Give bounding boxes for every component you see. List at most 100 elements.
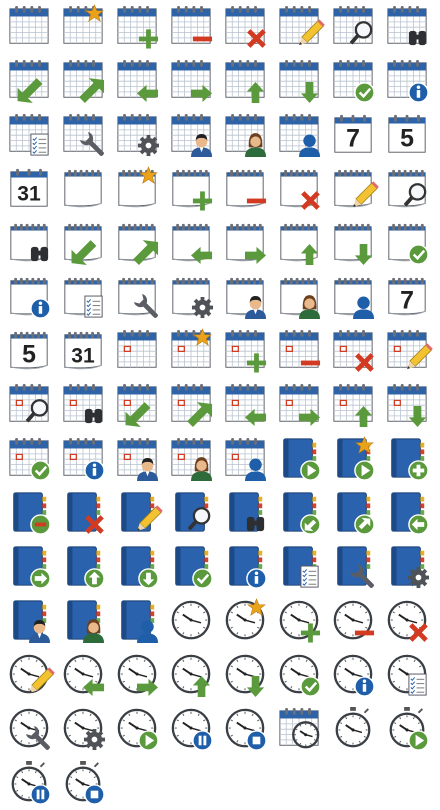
day-number-label: 31: [17, 182, 41, 205]
clock-checklist-icon-graphic: [387, 654, 427, 696]
cal-mark-arrow-right-icon: [270, 378, 324, 432]
cal-grid-icon-graphic: [9, 5, 49, 44]
cal-page-icon-graphic: [64, 169, 102, 208]
cal-page-wrench-icon: [108, 270, 162, 324]
cal-page-plus-icon-graphic: [172, 169, 213, 211]
clock-icon: [162, 594, 216, 648]
cal-mark-minus-icon-graphic: [279, 329, 321, 368]
cal-page-binoculars-icon: [0, 216, 54, 270]
clock-pause-icon-graphic: [171, 708, 213, 751]
cal-grid-arrow-down-left-icon: [0, 54, 54, 108]
book-binoculars-icon: [216, 486, 270, 540]
cal-grid-plus-icon: [108, 0, 162, 54]
clock-info-icon-graphic: [333, 654, 375, 697]
cal-mark-info-icon: [54, 432, 108, 486]
cal-day-5-icon: 5: [378, 108, 432, 162]
stopwatch-icon-graphic: [335, 707, 371, 748]
book-checklist-icon: [270, 540, 324, 594]
cal-grid-arrow-left-icon: [108, 54, 162, 108]
book-person-woman-icon-graphic: [67, 600, 105, 643]
book-arrow-down-round-icon-graphic: [121, 546, 159, 589]
clock-info-icon: [324, 648, 378, 702]
cal-page-checklist-icon: [54, 270, 108, 324]
clock-pause-icon: [162, 702, 216, 756]
clock-arrow-down-icon: [216, 648, 270, 702]
cal-page-person-man-icon-graphic: [226, 277, 267, 319]
cal-grid-magnifier-icon: [324, 0, 378, 54]
cal-grid-gear-icon-graphic: [117, 113, 159, 157]
cal-grid-plus-icon-graphic: [117, 5, 159, 49]
cal-mark-arrow-up-right-icon: [162, 378, 216, 432]
book-minus-round-icon-graphic: [13, 492, 51, 535]
clock-pencil-icon-graphic: [9, 654, 55, 694]
book-person-woman-icon: [54, 594, 108, 648]
day-number-label: 7: [346, 124, 360, 152]
cal-mark-icon: [108, 324, 162, 378]
book-person-silhouette-icon: [108, 594, 162, 648]
cal-page-x-icon-graphic: [280, 169, 320, 210]
cal-grid-person-silhouette-icon: [270, 108, 324, 162]
cal-page-x-icon: [270, 162, 324, 216]
book-pencil-icon: [108, 486, 163, 540]
book-arrow-up-right-round-icon: [324, 486, 378, 540]
cal-mark-person-silhouette-icon: [216, 432, 270, 486]
day-number-label: 5: [22, 340, 36, 368]
cal-page-magnifier-icon: [378, 162, 432, 216]
cal-grid-binoculars-icon: [378, 0, 432, 54]
cal-grid-checklist-icon: [0, 108, 54, 162]
cal-page-magnifier-icon-graphic: [388, 169, 427, 208]
stopwatch-play-icon: [378, 702, 432, 756]
book-pencil-icon-graphic: [121, 492, 163, 532]
cal-day-31-icon-graphic: 31: [10, 168, 48, 207]
cal-grid-person-man-icon: [162, 108, 216, 162]
cal-page-arrow-up-right-icon: [108, 216, 162, 270]
book-info-icon-graphic: [229, 546, 267, 589]
cal-day-31-icon: 31: [0, 162, 54, 216]
cal-page-star-icon: [108, 162, 162, 216]
clock-minus-icon: [324, 594, 378, 648]
cal-grid-person-woman-icon-graphic: [225, 113, 267, 157]
book-magnifier-icon: [162, 486, 216, 540]
clock-arrow-down-icon-graphic: [225, 654, 265, 697]
cal-page-arrow-up-icon-graphic: [280, 223, 319, 265]
cal-grid-person-silhouette-icon-graphic: [279, 113, 321, 157]
book-arrow-down-left-round-icon-graphic: [283, 492, 321, 535]
book-arrow-down-round-icon: [108, 540, 162, 594]
cal-page-person-man-icon: [216, 270, 270, 324]
cal-mark-arrow-left-icon: [216, 378, 270, 432]
book-plus-round-icon-graphic: [391, 438, 429, 481]
cal-page-day-31-icon-graphic: 31: [64, 331, 102, 370]
book-check-icon-graphic: [175, 546, 213, 589]
stopwatch-pause-icon: [0, 756, 54, 810]
clock-minus-icon-graphic: [333, 600, 375, 640]
cal-page-wrench-icon-graphic: [118, 277, 158, 318]
cal-page-arrow-down-left-icon-graphic: [64, 223, 102, 265]
cal-grid-star-icon: [54, 0, 108, 54]
cal-grid-arrow-left-icon-graphic: [117, 59, 159, 103]
cal-page-person-silhouette-icon-graphic: [334, 277, 375, 319]
stopwatch-icon: [324, 702, 378, 756]
cal-page-arrow-right-icon: [216, 216, 270, 270]
cal-grid-x-icon-graphic: [225, 5, 266, 48]
day-number-label: 31: [71, 344, 95, 367]
cal-page-star-icon-graphic: [118, 166, 158, 208]
cal-page-day-31-icon: 31: [54, 324, 108, 378]
book-gear-icon: [378, 540, 432, 594]
cal-grid-check-icon-graphic: [333, 59, 375, 103]
clock-gear-icon: [54, 702, 108, 756]
book-arrow-up-right-round-icon-graphic: [337, 492, 375, 535]
book-binoculars-icon-graphic: [229, 492, 265, 532]
cal-mark-arrow-up-icon-graphic: [333, 383, 373, 427]
cal-day-5-icon-graphic: 5: [388, 114, 426, 153]
cal-mark-arrow-left-icon-graphic: [225, 383, 267, 427]
cal-grid-icon: [0, 0, 54, 54]
cal-clock-icon-graphic: [279, 707, 320, 749]
cal-grid-x-icon: [216, 0, 270, 54]
clock-icon-graphic: [171, 600, 211, 640]
cal-page-pencil-icon: [324, 162, 379, 216]
cal-grid-minus-icon: [162, 0, 216, 54]
book-play-icon-graphic: [283, 438, 321, 481]
stopwatch-stop-icon-graphic: [65, 761, 105, 805]
book-info-icon: [216, 540, 270, 594]
book-x-icon: [54, 486, 108, 540]
